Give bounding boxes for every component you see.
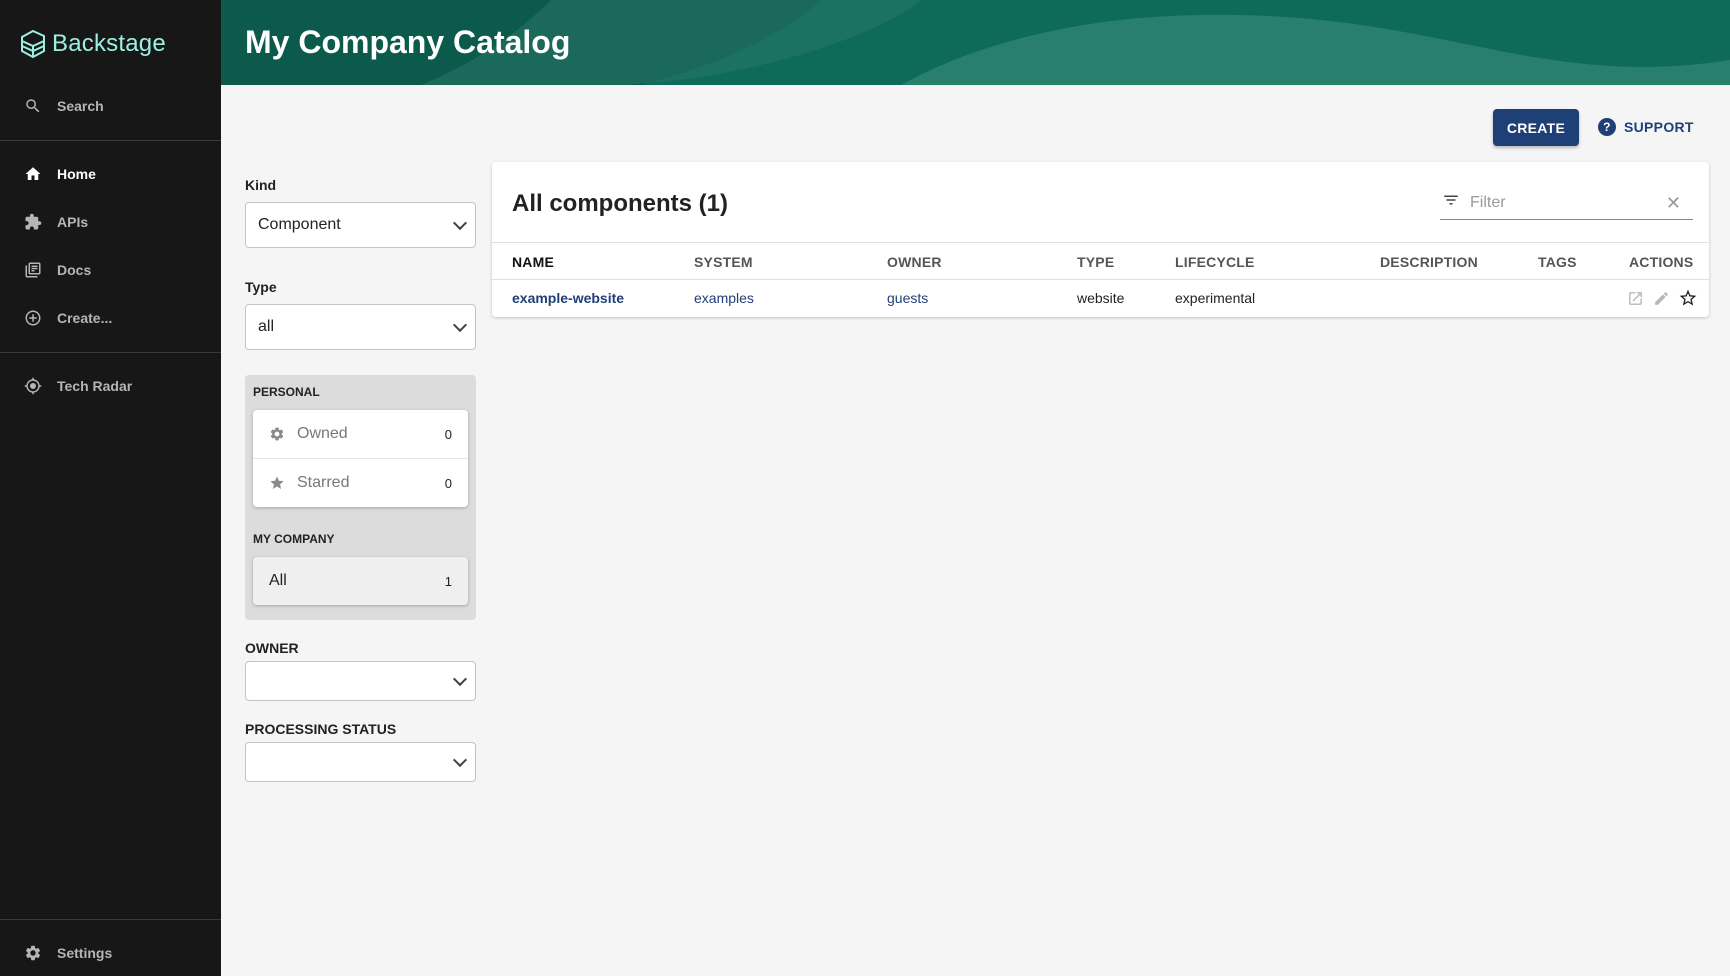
- kind-label: Kind: [245, 177, 277, 193]
- open-external-icon[interactable]: [1625, 288, 1645, 308]
- processing-status-select[interactable]: [245, 742, 476, 782]
- sidebar: Backstage Search Home APIs Docs Create..…: [0, 0, 221, 976]
- company-group-card: All 1: [253, 557, 468, 605]
- sidebar-item-home[interactable]: Home: [0, 152, 221, 196]
- table-row: example-website examples guests website …: [492, 280, 1709, 317]
- clear-icon[interactable]: ✕: [1666, 193, 1681, 214]
- backstage-logo[interactable]: Backstage: [20, 29, 166, 59]
- create-button[interactable]: CREATE: [1493, 109, 1579, 146]
- star-outline-icon[interactable]: [1678, 288, 1698, 308]
- home-icon: [24, 165, 42, 183]
- table-filter[interactable]: ✕: [1440, 186, 1693, 220]
- type-label: Type: [245, 279, 277, 295]
- starred-filter-item[interactable]: Starred 0: [253, 459, 468, 507]
- column-header-system[interactable]: SYSTEM: [694, 254, 753, 270]
- column-header-lifecycle[interactable]: LIFECYCLE: [1175, 254, 1255, 270]
- sidebar-search-label: Search: [57, 98, 104, 114]
- sidebar-item-label: Docs: [57, 262, 92, 278]
- sidebar-item-create[interactable]: Create...: [0, 296, 221, 340]
- sidebar-item-settings[interactable]: Settings: [0, 931, 221, 975]
- edit-icon[interactable]: [1651, 288, 1671, 308]
- all-count: 1: [444, 573, 452, 589]
- radar-icon: [24, 377, 42, 395]
- starred-count: 0: [444, 475, 452, 491]
- filter-icon: [1442, 191, 1460, 214]
- personal-group-card: Owned 0 Starred 0: [253, 410, 468, 507]
- chevron-down-icon: [452, 215, 468, 231]
- gear-icon: [269, 426, 285, 442]
- column-header-type[interactable]: TYPE: [1077, 254, 1114, 270]
- brand-name: Backstage: [52, 30, 166, 57]
- column-header-description[interactable]: DESCRIPTION: [1380, 254, 1478, 270]
- search-icon: [24, 97, 42, 115]
- sidebar-settings-label: Settings: [57, 945, 113, 961]
- starred-label: Starred: [297, 474, 350, 491]
- type-select-value: all: [258, 318, 275, 335]
- system-link[interactable]: examples: [694, 290, 754, 306]
- all-filter-item[interactable]: All 1: [253, 557, 468, 605]
- sidebar-item-label: Home: [57, 166, 96, 182]
- all-label: All: [269, 572, 287, 589]
- docs-icon: [24, 261, 42, 279]
- owner-link[interactable]: guests: [887, 290, 928, 306]
- sidebar-divider: [0, 919, 221, 920]
- sidebar-item-label: Create...: [57, 310, 113, 326]
- owned-count: 0: [444, 426, 452, 442]
- sidebar-item-tech-radar[interactable]: Tech Radar: [0, 364, 221, 408]
- help-icon: ?: [1598, 118, 1616, 136]
- support-button[interactable]: ? SUPPORT: [1598, 112, 1694, 142]
- chevron-down-icon: [452, 671, 468, 687]
- owned-label: Owned: [297, 425, 348, 442]
- chevron-down-icon: [452, 317, 468, 333]
- support-label: SUPPORT: [1624, 119, 1694, 135]
- owner-label: OWNER: [245, 640, 299, 656]
- catalog-table: All components (1) ✕ NAME SYSTEM OWNER T…: [492, 162, 1709, 317]
- column-header-tags[interactable]: TAGS: [1538, 254, 1577, 270]
- lifecycle-cell: experimental: [1175, 290, 1256, 306]
- type-cell: website: [1077, 290, 1125, 306]
- add-circle-icon: [24, 309, 42, 327]
- sidebar-divider: [0, 140, 221, 141]
- table-title: All components (1): [512, 190, 729, 217]
- kind-select-value: Component: [258, 216, 341, 233]
- processing-status-label: PROCESSING STATUS: [245, 721, 397, 737]
- column-header-owner[interactable]: OWNER: [887, 254, 942, 270]
- backstage-logo-icon: [21, 29, 45, 59]
- page-header: My Company Catalog: [221, 0, 1730, 85]
- puzzle-icon: [24, 213, 42, 231]
- company-group-title: MY COMPANY: [253, 532, 335, 546]
- sidebar-item-label: APIs: [57, 214, 89, 230]
- sidebar-item-apis[interactable]: APIs: [0, 200, 221, 244]
- entity-name-link[interactable]: example-website: [512, 290, 624, 306]
- table-header: NAME SYSTEM OWNER TYPE LIFECYCLE DESCRIP…: [492, 242, 1709, 280]
- sidebar-item-docs[interactable]: Docs: [0, 248, 221, 292]
- page-title: My Company Catalog: [245, 24, 571, 60]
- type-select[interactable]: all: [245, 304, 476, 350]
- owned-filter-item[interactable]: Owned 0: [253, 410, 468, 458]
- column-header-name[interactable]: NAME: [512, 254, 554, 270]
- sidebar-divider: [0, 352, 221, 353]
- user-list-picker: PERSONAL Owned 0 Starred 0 MY COMPANY Al…: [245, 375, 476, 620]
- filter-input[interactable]: [1470, 193, 1650, 212]
- gear-icon: [24, 944, 42, 962]
- sidebar-search[interactable]: Search: [0, 84, 221, 128]
- column-header-actions: ACTIONS: [1629, 254, 1694, 270]
- owner-select[interactable]: [245, 661, 476, 701]
- star-icon: [269, 475, 285, 491]
- chevron-down-icon: [452, 752, 468, 768]
- sidebar-tech-radar-label: Tech Radar: [57, 378, 133, 394]
- personal-group-title: PERSONAL: [253, 385, 320, 399]
- kind-select[interactable]: Component: [245, 202, 476, 248]
